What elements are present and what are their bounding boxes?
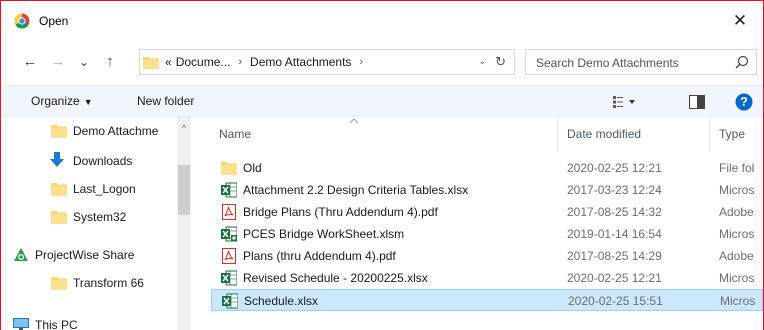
table-row[interactable]: Attachment 2.2 Design Criteria Tables.xl… [211, 179, 763, 201]
chevron-down-icon: ▼ [83, 97, 93, 107]
address-row: ← → ⌄ ↑ « Docume... › Demo Attachments ›… [1, 45, 763, 79]
organize-button[interactable]: Organize ▼ [31, 94, 93, 108]
excel-macro-icon [221, 226, 237, 242]
new-folder-button[interactable]: New folder [137, 94, 194, 108]
pdf-icon [222, 248, 236, 264]
excel-icon [222, 293, 238, 309]
sidebar-item-label: Transform 66 [73, 276, 144, 290]
file-type: Adobe [719, 249, 754, 263]
command-bar: Organize ▼ New folder ? [1, 85, 763, 117]
scroll-up-button[interactable]: ^ [177, 123, 191, 133]
sidebar-item-label: ProjectWise Share [35, 248, 135, 262]
view-options-icon[interactable] [613, 95, 637, 109]
open-dialog: Open ✕ ← → ⌄ ↑ « Docume... › Demo Attach… [0, 0, 764, 330]
file-date-modified: 2020-02-25 12:21 [567, 161, 662, 175]
column-header-date-modified[interactable]: Date modified [567, 127, 641, 141]
folder-icon [221, 162, 237, 175]
back-button[interactable]: ← [21, 53, 39, 71]
file-name: Old [243, 161, 262, 175]
table-row[interactable]: Bridge Plans (Thru Addendum 4).pdf 2017-0… [211, 201, 763, 223]
file-type: Adobe [719, 205, 754, 219]
refresh-button[interactable]: ↻ [495, 54, 506, 70]
up-button[interactable]: ↑ [101, 53, 119, 71]
breadcrumb-documents[interactable]: Docume... [176, 55, 231, 69]
file-name: Schedule.xlsx [244, 294, 319, 308]
window-title: Open [39, 14, 69, 28]
column-header-label: Name [219, 127, 252, 141]
file-type: Micros [720, 294, 756, 308]
title-bar: Open ✕ [1, 1, 763, 41]
organize-label: Organize [31, 94, 80, 108]
recent-locations-button[interactable]: ⌄ [75, 53, 93, 71]
column-divider[interactable] [709, 117, 710, 151]
file-date-modified: 2019-01-14 16:54 [567, 227, 662, 241]
sidebar-item-label: Last_Logon [73, 182, 136, 196]
sidebar-item-label: Downloads [73, 154, 133, 168]
pdf-icon [222, 204, 236, 220]
table-row[interactable]: Schedule.xlsx 2020-02-25 15:51 Micros [211, 289, 763, 311]
file-type: Micros [719, 227, 755, 241]
sidebar-item-last-logon[interactable]: Last_Logon [1, 175, 177, 203]
file-type: File fol [719, 161, 755, 175]
breadcrumb-separator[interactable]: › [359, 56, 363, 68]
file-name: Plans (thru Addendum 4).pdf [243, 249, 396, 263]
table-row[interactable]: Revised Schedule - 20200225.xlsx 2020-02-… [211, 267, 763, 289]
file-list: Name Date modified Type Old 2020-02-25 12… [201, 117, 763, 330]
close-button[interactable]: ✕ [717, 1, 763, 41]
sidebar-item-system32[interactable]: System32 [1, 203, 177, 231]
help-glyph: ? [740, 94, 748, 109]
excel-icon [221, 182, 237, 198]
sidebar-item-demo-attachments[interactable]: Demo Attachme [1, 117, 177, 145]
breadcrumb-demo-attachments[interactable]: Demo Attachments [250, 55, 351, 69]
folder-icon [51, 183, 67, 196]
projectwise-icon [14, 248, 28, 261]
computer-icon [13, 318, 29, 330]
file-date-modified: 2017-08-25 14:29 [567, 249, 662, 263]
column-header-name[interactable]: Name [219, 127, 251, 141]
sidebar-item-label: System32 [73, 210, 127, 224]
navigation-pane: Demo Attachme Downloads Last_Logon Syste… [1, 117, 191, 330]
folder-icon [51, 125, 67, 138]
preview-pane-icon[interactable] [689, 95, 705, 109]
column-divider[interactable] [557, 117, 558, 151]
search-placeholder: Search Demo Attachments [536, 56, 679, 70]
sidebar-item-projectwise-share[interactable]: ProjectWise Share [1, 241, 177, 269]
column-header-type[interactable]: Type [719, 127, 745, 141]
download-icon [50, 152, 64, 167]
excel-icon [221, 270, 237, 286]
sidebar-item-label: Demo Attachme [73, 124, 159, 138]
table-row[interactable]: Plans (thru Addendum 4).pdf 2017-08-25 14… [211, 245, 763, 267]
address-bar[interactable]: « Docume... › Demo Attachments › ⌄ ↻ [139, 49, 515, 75]
file-date-modified: 2017-08-25 14:32 [567, 205, 662, 219]
file-name: Revised Schedule - 20200225.xlsx [243, 271, 428, 285]
sidebar-item-label: This PC [35, 318, 78, 330]
table-row[interactable]: PCES Bridge WorkSheet.xlsm 2019-01-14 16:… [211, 223, 763, 245]
file-name: Attachment 2.2 Design Criteria Tables.xl… [243, 183, 469, 197]
sidebar-item-transform-66[interactable]: Transform 66 [1, 269, 177, 297]
table-row[interactable]: Old 2020-02-25 12:21 File fol [211, 157, 763, 179]
breadcrumb-separator[interactable]: › [238, 56, 242, 68]
address-overflow[interactable]: « [165, 55, 172, 69]
search-input[interactable]: Search Demo Attachments [525, 49, 757, 75]
file-date-modified: 2017-03-23 12:24 [567, 183, 662, 197]
search-icon[interactable] [734, 54, 750, 70]
file-date-modified: 2020-02-25 15:51 [568, 294, 663, 308]
file-date-modified: 2020-02-25 12:21 [567, 271, 662, 285]
sort-ascending-icon [349, 118, 359, 124]
file-name: Bridge Plans (Thru Addendum 4).pdf [243, 205, 438, 219]
sidebar-item-downloads[interactable]: Downloads [1, 147, 177, 175]
folder-icon [51, 211, 67, 224]
folder-icon [143, 56, 159, 69]
file-name: PCES Bridge WorkSheet.xlsm [243, 227, 405, 241]
chrome-icon [14, 13, 30, 29]
scrollbar-thumb[interactable] [178, 165, 190, 215]
file-type: Micros [719, 183, 755, 197]
sidebar-item-this-pc[interactable]: This PC [1, 311, 177, 330]
file-type: Micros [719, 271, 755, 285]
forward-button[interactable]: → [49, 53, 67, 71]
folder-icon [51, 277, 67, 290]
address-dropdown-button[interactable]: ⌄ [478, 56, 486, 67]
sidebar-scrollbar[interactable]: ^ [177, 117, 191, 330]
